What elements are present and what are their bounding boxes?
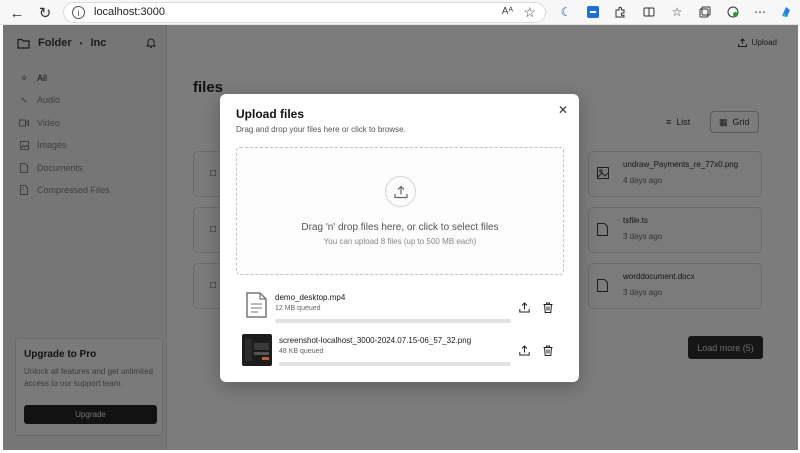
file-icon: □: [210, 224, 217, 235]
sidebar-item-label: Images: [37, 140, 67, 150]
upload-icon: [519, 302, 530, 313]
document-file-icon: [597, 279, 609, 293]
dialog-title: Upload files: [236, 107, 305, 121]
split-screen-icon[interactable]: [641, 4, 657, 20]
video-icon: [19, 118, 29, 128]
sidebar-item-label: Compressed Files: [37, 185, 110, 195]
dropzone-subtext: You can upload 8 files (up to 500 MB eac…: [323, 237, 477, 246]
file-card[interactable]: tsfile.ts 3 days ago: [588, 207, 762, 253]
delete-file-button[interactable]: [540, 343, 555, 358]
sidebar-item-label: All: [37, 73, 48, 83]
upload-button[interactable]: Upload: [737, 38, 777, 47]
upload-file-button[interactable]: [517, 343, 532, 358]
brand-name: Folder: [38, 37, 72, 49]
image-icon: [19, 140, 29, 150]
video-file-icon: [242, 291, 272, 323]
refresh-icon[interactable]: ↻: [36, 4, 54, 22]
sidebar-item-label: Documents: [37, 163, 83, 173]
file-date: 3 days ago: [623, 232, 663, 241]
upload-icon: [393, 185, 408, 198]
file-icon: □: [210, 280, 217, 291]
promo-title: Upgrade to Pro: [24, 349, 97, 360]
load-more-button[interactable]: Load more (5): [688, 336, 763, 359]
sidebar: Folder • Inc ✧ All ∿ Audio Video Images: [3, 25, 167, 450]
view-grid-button[interactable]: ▦ Grid: [710, 111, 759, 133]
sidebar-item-all[interactable]: ✧ All: [19, 72, 48, 84]
promo-body: Unlock all features and get unlimited ac…: [24, 367, 153, 388]
image-thumbnail: [242, 334, 272, 366]
performance-icon[interactable]: [725, 4, 741, 20]
audio-icon: ∿: [20, 94, 28, 105]
copilot-icon[interactable]: [778, 4, 794, 20]
brand[interactable]: Folder • Inc: [17, 37, 106, 49]
dropzone-text: Drag 'n' drop files here, or click to se…: [301, 222, 499, 233]
close-icon[interactable]: ✕: [558, 103, 568, 117]
upload-icon: [737, 38, 747, 47]
file-dropzone[interactable]: Drag 'n' drop files here, or click to se…: [236, 147, 564, 275]
delete-file-button[interactable]: [540, 300, 555, 315]
back-icon[interactable]: ←: [8, 4, 26, 22]
brand-company: Inc: [90, 37, 107, 49]
read-aloud-icon[interactable]: Aᴬ: [502, 6, 513, 17]
extensions-puzzle-icon[interactable]: [612, 4, 628, 20]
grid-view-icon: ▦: [719, 116, 728, 127]
extension-moon-icon[interactable]: ☾: [558, 4, 574, 20]
extension-badge-icon[interactable]: [585, 4, 601, 20]
upload-progress-bar: [275, 319, 511, 323]
file-name: tsfile.ts: [623, 216, 648, 225]
info-icon[interactable]: i: [72, 6, 85, 19]
view-grid-label: Grid: [732, 117, 750, 127]
upgrade-button[interactable]: Upgrade: [24, 405, 157, 424]
sidebar-item-label: Audio: [37, 95, 61, 105]
sidebar-item-documents[interactable]: Documents: [19, 163, 83, 173]
file-date: 3 days ago: [623, 288, 663, 297]
upload-file-button[interactable]: [517, 300, 532, 315]
folder-icon: [17, 38, 30, 49]
file-card[interactable]: undraw_Payments_re_77x0.png 4 days ago: [588, 151, 762, 197]
trash-icon: [543, 302, 552, 313]
sidebar-item-images[interactable]: Images: [19, 140, 67, 150]
list-icon: ≡: [666, 117, 672, 127]
document-icon: [19, 163, 29, 173]
address-bar[interactable]: i localhost:3000 Aᴬ ☆: [63, 2, 546, 23]
address-url[interactable]: localhost:3000: [94, 6, 165, 18]
upload-dialog: Upload files Drag and drop your files he…: [220, 94, 579, 382]
collections-icon[interactable]: [697, 4, 713, 20]
queued-file-name: screenshot-localhost_3000-2024.07.15-06_…: [279, 336, 472, 345]
file-icon: □: [210, 168, 217, 179]
upload-label: Upload: [751, 38, 777, 47]
file-name: undraw_Payments_re_77x0.png: [623, 160, 739, 169]
queued-file-name: demo_desktop.mp4: [275, 293, 346, 302]
document-file-icon: [597, 223, 609, 237]
trash-icon: [543, 345, 552, 356]
view-list-label: List: [676, 117, 691, 127]
queued-file-status: 12 MB queued: [275, 305, 321, 312]
queued-file-row: demo_desktop.mp4 12 MB queued: [242, 291, 562, 325]
upload-icon: [519, 345, 530, 356]
file-date: 4 days ago: [623, 176, 663, 185]
view-list-button[interactable]: ≡ List: [658, 111, 698, 133]
archive-icon: [19, 185, 29, 195]
page-title: files: [193, 79, 224, 96]
sidebar-item-audio[interactable]: ∿ Audio: [19, 94, 61, 106]
upload-circle: [385, 176, 416, 207]
sidebar-item-compressed[interactable]: Compressed Files: [19, 185, 110, 195]
file-name: worddocument.docx: [623, 272, 695, 281]
dialog-subtitle: Drag and drop your files here or click t…: [236, 125, 406, 134]
queued-file-status: 48 KB queued: [279, 348, 324, 355]
grid-icon: ✧: [20, 72, 28, 83]
bell-icon[interactable]: [145, 37, 157, 51]
queued-file-row: screenshot-localhost_3000-2024.07.15-06_…: [242, 334, 562, 368]
image-file-icon: [597, 167, 609, 181]
favorite-star-icon[interactable]: ☆: [523, 4, 536, 21]
brand-separator: •: [79, 38, 83, 48]
browser-toolbar: ← ↻ i localhost:3000 Aᴬ ☆ ☾ ☆ ⋯: [0, 0, 800, 25]
more-options-icon[interactable]: ⋯: [752, 4, 768, 20]
upgrade-promo: Upgrade to Pro Unlock all features and g…: [15, 338, 163, 436]
favorites-icon[interactable]: ☆: [669, 4, 685, 20]
file-card[interactable]: worddocument.docx 3 days ago: [588, 263, 762, 309]
sidebar-item-label: Video: [37, 118, 60, 128]
sidebar-item-video[interactable]: Video: [19, 118, 60, 128]
upload-progress-bar: [279, 362, 511, 366]
